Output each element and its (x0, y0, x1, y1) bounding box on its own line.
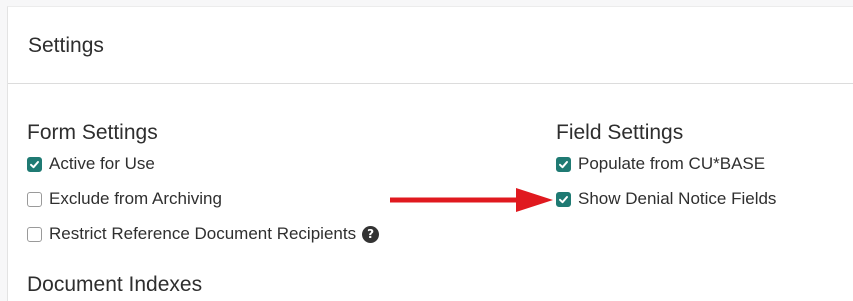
exclude-from-archiving-label: Exclude from Archiving (49, 189, 222, 208)
field-settings-heading: Field Settings (556, 121, 684, 144)
checkbox-checked-icon[interactable] (556, 191, 571, 207)
populate-from-cubase-label: Populate from CU*BASE (578, 154, 766, 173)
active-for-use-label: Active for Use (49, 154, 155, 173)
document-indexes-heading: Document Indexes (27, 273, 203, 296)
panel-title: Settings (28, 34, 104, 57)
checkbox-unchecked-icon[interactable] (27, 226, 42, 242)
populate-from-cubase-checkbox[interactable]: Populate from CU*BASE (556, 154, 765, 174)
question-circle-icon[interactable]: ? (362, 225, 380, 243)
restrict-reference-recipients-label: Restrict Reference Document Recipients (49, 224, 357, 243)
show-denial-notice-fields-checkbox[interactable]: Show Denial Notice Fields (556, 189, 776, 209)
show-denial-notice-fields-label: Show Denial Notice Fields (578, 189, 777, 208)
active-for-use-checkbox[interactable]: Active for Use (27, 154, 155, 174)
exclude-from-archiving-checkbox[interactable]: Exclude from Archiving (27, 189, 222, 209)
restrict-reference-recipients-checkbox[interactable]: Restrict Reference Document Recipients ? (27, 224, 380, 244)
checkbox-unchecked-icon[interactable] (27, 191, 42, 207)
checkbox-checked-icon[interactable] (27, 156, 42, 172)
panel-header: Settings (8, 7, 853, 84)
form-settings-heading: Form Settings (27, 121, 158, 144)
red-arrow-right-icon (390, 188, 553, 212)
checkbox-checked-icon[interactable] (556, 156, 571, 172)
